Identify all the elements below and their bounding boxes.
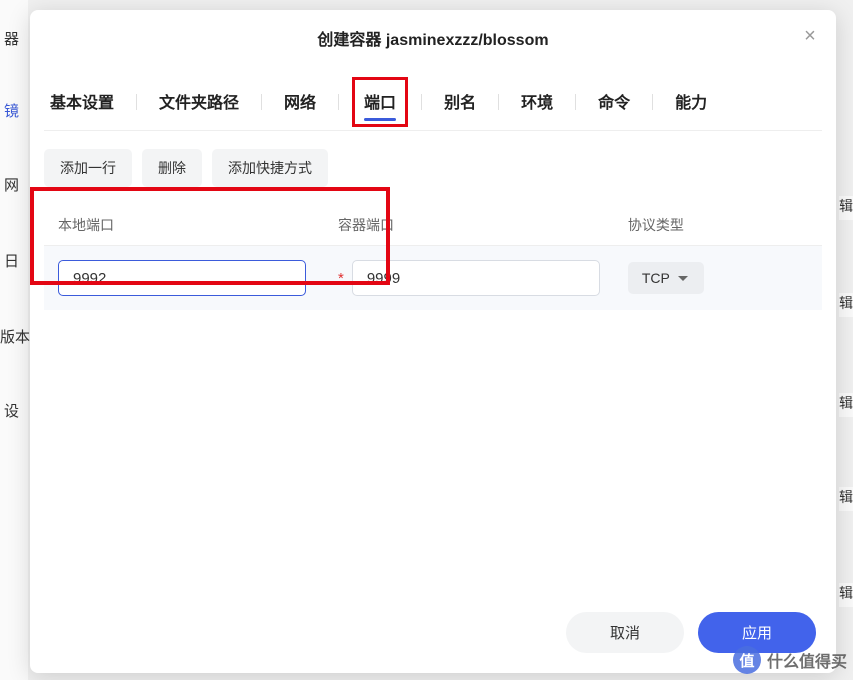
- tab-environment[interactable]: 环境: [515, 83, 559, 121]
- cancel-button[interactable]: 取消: [566, 612, 684, 653]
- protocol-select-value: TCP: [642, 270, 670, 286]
- tab-divider: [421, 94, 422, 110]
- required-indicator: *: [338, 270, 344, 287]
- tab-divider: [136, 94, 137, 110]
- tabs: 基本设置 文件夹路径 网络 端口 别名 环境 命令 能力: [30, 66, 836, 130]
- tab-command[interactable]: 命令: [592, 83, 636, 121]
- tab-capability[interactable]: 能力: [669, 83, 713, 121]
- delete-button[interactable]: 删除: [142, 149, 202, 187]
- chevron-down-icon: [678, 276, 688, 281]
- local-port-input[interactable]: [58, 260, 306, 296]
- column-header-container-port: 容器端口: [324, 205, 614, 246]
- tab-alias[interactable]: 别名: [438, 83, 482, 121]
- close-icon: ×: [804, 26, 816, 46]
- tab-divider: [261, 94, 262, 110]
- watermark-badge: 值: [733, 646, 761, 674]
- port-mapping-table: 本地端口 容器端口 协议类型 *: [44, 205, 822, 310]
- modal-footer: 取消 应用: [30, 596, 836, 673]
- modal-header: 创建容器 jasminexzzz/blossom ×: [30, 10, 836, 66]
- column-header-local-port: 本地端口: [44, 205, 324, 246]
- tab-divider: [338, 94, 339, 110]
- add-shortcut-button[interactable]: 添加快捷方式: [212, 149, 328, 187]
- modal-body: 添加一行 删除 添加快捷方式 本地端口 容器端口 协议类型: [30, 131, 836, 596]
- create-container-modal: 创建容器 jasminexzzz/blossom × 基本设置 文件夹路径 网络…: [30, 10, 836, 673]
- close-button[interactable]: ×: [798, 24, 822, 48]
- table-row[interactable]: * TCP: [44, 246, 822, 311]
- tab-port[interactable]: 端口: [358, 83, 402, 121]
- tab-network[interactable]: 网络: [278, 83, 322, 121]
- tab-folder-path[interactable]: 文件夹路径: [153, 83, 245, 121]
- add-row-button[interactable]: 添加一行: [44, 149, 132, 187]
- tab-divider: [652, 94, 653, 110]
- highlight-box-tab: 端口: [352, 77, 408, 127]
- action-button-row: 添加一行 删除 添加快捷方式: [44, 149, 822, 187]
- column-header-protocol-type: 协议类型: [614, 205, 822, 246]
- protocol-select[interactable]: TCP: [628, 262, 704, 294]
- tab-basic-settings[interactable]: 基本设置: [44, 83, 120, 121]
- tab-divider: [498, 94, 499, 110]
- modal-title: 创建容器 jasminexzzz/blossom: [317, 26, 548, 50]
- container-port-input[interactable]: [352, 260, 600, 296]
- watermark-text: 什么值得买: [767, 648, 847, 672]
- tab-divider: [575, 94, 576, 110]
- watermark: 值 什么值得买: [733, 646, 847, 674]
